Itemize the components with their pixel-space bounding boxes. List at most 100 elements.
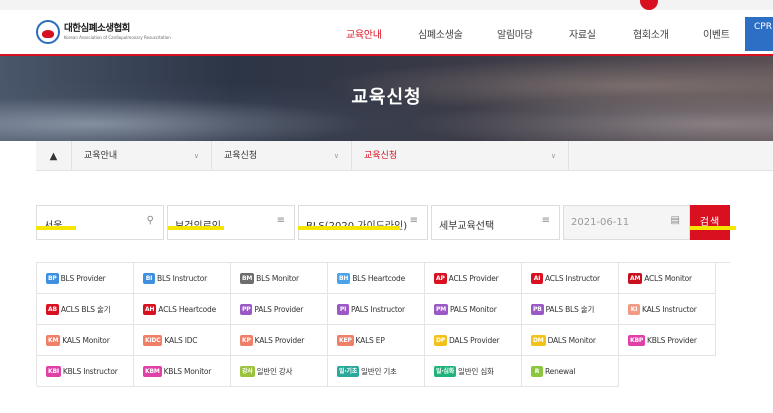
- course-item[interactable]: 일·심화 일반인 심화: [425, 356, 522, 387]
- course-item[interactable]: PP PALS Provider: [231, 294, 328, 325]
- list-check-icon: ≡: [409, 215, 418, 226]
- course-badge: R: [531, 365, 543, 377]
- course-item[interactable]: AP ACLS Provider: [425, 263, 522, 294]
- course-badge: PI: [337, 303, 349, 315]
- course-item[interactable]: BI BLS Instructor: [134, 263, 231, 294]
- course-item[interactable]: KP KALS Provider: [231, 325, 328, 356]
- breadcrumb-level2-label: 교육신청: [224, 151, 258, 161]
- site-logo[interactable]: 대한심폐소생협회 Korean Association of Cardiopul…: [36, 20, 171, 44]
- target-select[interactable]: 보건의료인 ≡: [167, 205, 295, 240]
- course-badge: DM: [531, 334, 546, 346]
- course-label: KBLS Provider: [647, 335, 697, 345]
- calendar-icon: ▤: [670, 215, 680, 226]
- course-item[interactable]: DM DALS Monitor: [522, 325, 619, 356]
- course-item[interactable]: KBI KBLS Instructor: [37, 356, 134, 387]
- logo-name-en: Korean Association of Cardiopulmonary Re…: [64, 34, 171, 40]
- course-label: KALS IDC: [164, 335, 198, 345]
- breadcrumb-level1-label: 교육안내: [84, 151, 118, 161]
- course-grid: BP BLS Provider BI BLS Instructor BM BLS Moni…: [36, 262, 730, 387]
- home-icon[interactable]: ▲: [36, 141, 72, 171]
- list-check-icon: ≡: [541, 215, 550, 226]
- region-select[interactable]: 서울 ⚲: [36, 205, 164, 240]
- course-badge: BP: [46, 272, 59, 284]
- course-item[interactable]: KEP KALS EP: [328, 325, 425, 356]
- course-badge: BH: [337, 272, 351, 284]
- course-label: PALS Instructor: [351, 304, 405, 314]
- course-item[interactable]: 강사 일반인 강사: [231, 356, 328, 387]
- course-badge: PP: [240, 303, 253, 315]
- course-label: PALS Monitor: [449, 304, 497, 314]
- course-label: BLS Provider: [60, 273, 106, 283]
- course-label: KBLS Instructor: [62, 366, 118, 376]
- course-item[interactable]: KBP KBLS Provider: [619, 325, 716, 356]
- logo-name-kr: 대한심폐소생협회: [64, 23, 130, 35]
- course-item[interactable]: BH BLS Heartcode: [328, 263, 425, 294]
- nav-about[interactable]: 협회소개: [633, 26, 669, 41]
- course-label: ACLS Monitor: [644, 273, 692, 283]
- top-utility-bar: [0, 0, 773, 10]
- course-badge: AH: [143, 303, 157, 315]
- course-label: ACLS Instructor: [545, 273, 600, 283]
- course-item[interactable]: PI PALS Instructor: [328, 294, 425, 325]
- course-badge: AM: [628, 272, 643, 284]
- breadcrumb-level2[interactable]: 교육신청 ∨: [212, 141, 352, 171]
- course-badge: AB: [46, 303, 59, 315]
- course-item[interactable]: AI ACLS Instructor: [522, 263, 619, 294]
- course-label: DALS Provider: [448, 335, 500, 345]
- course-label: KALS Instructor: [642, 304, 697, 314]
- course-label: KBLS Monitor: [163, 366, 212, 376]
- date-field[interactable]: 2021-06-11 ▤: [563, 205, 690, 240]
- course-label: PALS BLS 술기: [545, 304, 595, 314]
- course-label: BLS Monitor: [256, 273, 299, 283]
- course-label: 일반인 기초: [361, 366, 397, 376]
- cpr-quick-button[interactable]: CPR 바로: [745, 17, 773, 51]
- course-badge: KEP: [337, 334, 354, 346]
- course-badge: BI: [143, 272, 155, 284]
- course-label: ACLS Provider: [448, 273, 499, 283]
- page-title: 교육신청: [351, 87, 422, 108]
- course-item[interactable]: KIDC KALS IDC: [134, 325, 231, 356]
- course-item[interactable]: AH ACLS Heartcode: [134, 294, 231, 325]
- course-badge: KP: [240, 334, 253, 346]
- highlight-mark: [168, 226, 224, 230]
- nav-event[interactable]: 이벤트: [703, 26, 730, 41]
- course-item[interactable]: R Renewal: [522, 356, 619, 387]
- location-pin-icon: ⚲: [146, 215, 154, 226]
- course-item[interactable]: BP BLS Provider: [37, 263, 134, 294]
- course-badge: PB: [531, 303, 544, 315]
- highlight-mark: [36, 226, 76, 230]
- breadcrumb-level3-label: 교육신청: [364, 151, 398, 161]
- course-badge: PM: [434, 303, 448, 315]
- breadcrumb-level1[interactable]: 교육안내 ∨: [72, 141, 212, 171]
- nav-notice[interactable]: 알림마당: [497, 26, 533, 41]
- breadcrumb-level3[interactable]: 교육신청 ∨: [352, 141, 569, 171]
- course-item[interactable]: AM ACLS Monitor: [619, 263, 716, 294]
- chevron-down-icon: ∨: [193, 152, 199, 160]
- detail-select[interactable]: 세부교육선택 ≡: [431, 205, 560, 240]
- course-label: 일반인 강사: [256, 366, 293, 376]
- course-label: BLS Heartcode: [352, 273, 406, 283]
- course-item[interactable]: PM PALS Monitor: [425, 294, 522, 325]
- course-item[interactable]: KM KALS Monitor: [37, 325, 134, 356]
- nav-cpr[interactable]: 심폐소생술: [418, 26, 463, 41]
- course-label: ACLS BLS 술기: [60, 304, 111, 314]
- course-item[interactable]: 일·기초 일반인 기초: [328, 356, 425, 387]
- course-item[interactable]: AB ACLS BLS 술기: [37, 294, 134, 325]
- course-item[interactable]: BM BLS Monitor: [231, 263, 328, 294]
- course-badge: KM: [46, 334, 61, 346]
- course-badge: 강사: [240, 365, 255, 377]
- course-badge: 일·심화: [434, 365, 457, 377]
- course-badge: KBI: [46, 365, 61, 377]
- breadcrumb: ▲ 교육안내 ∨ 교육신청 ∨ 교육신청 ∨: [36, 141, 773, 171]
- course-select[interactable]: BLS(2020 가이드라인) ≡: [298, 205, 428, 240]
- course-item[interactable]: DP DALS Provider: [425, 325, 522, 356]
- course-badge: KBP: [628, 334, 646, 346]
- nav-resources[interactable]: 자료실: [569, 26, 596, 41]
- nav-education[interactable]: 교육안내: [346, 26, 382, 41]
- course-item[interactable]: KI KALS Instructor: [619, 294, 716, 325]
- course-badge: BM: [240, 272, 255, 284]
- course-item[interactable]: KBM KBLS Monitor: [134, 356, 231, 387]
- course-item[interactable]: PB PALS BLS 술기: [522, 294, 619, 325]
- course-badge: DP: [434, 334, 447, 346]
- search-button[interactable]: 검색: [690, 205, 730, 240]
